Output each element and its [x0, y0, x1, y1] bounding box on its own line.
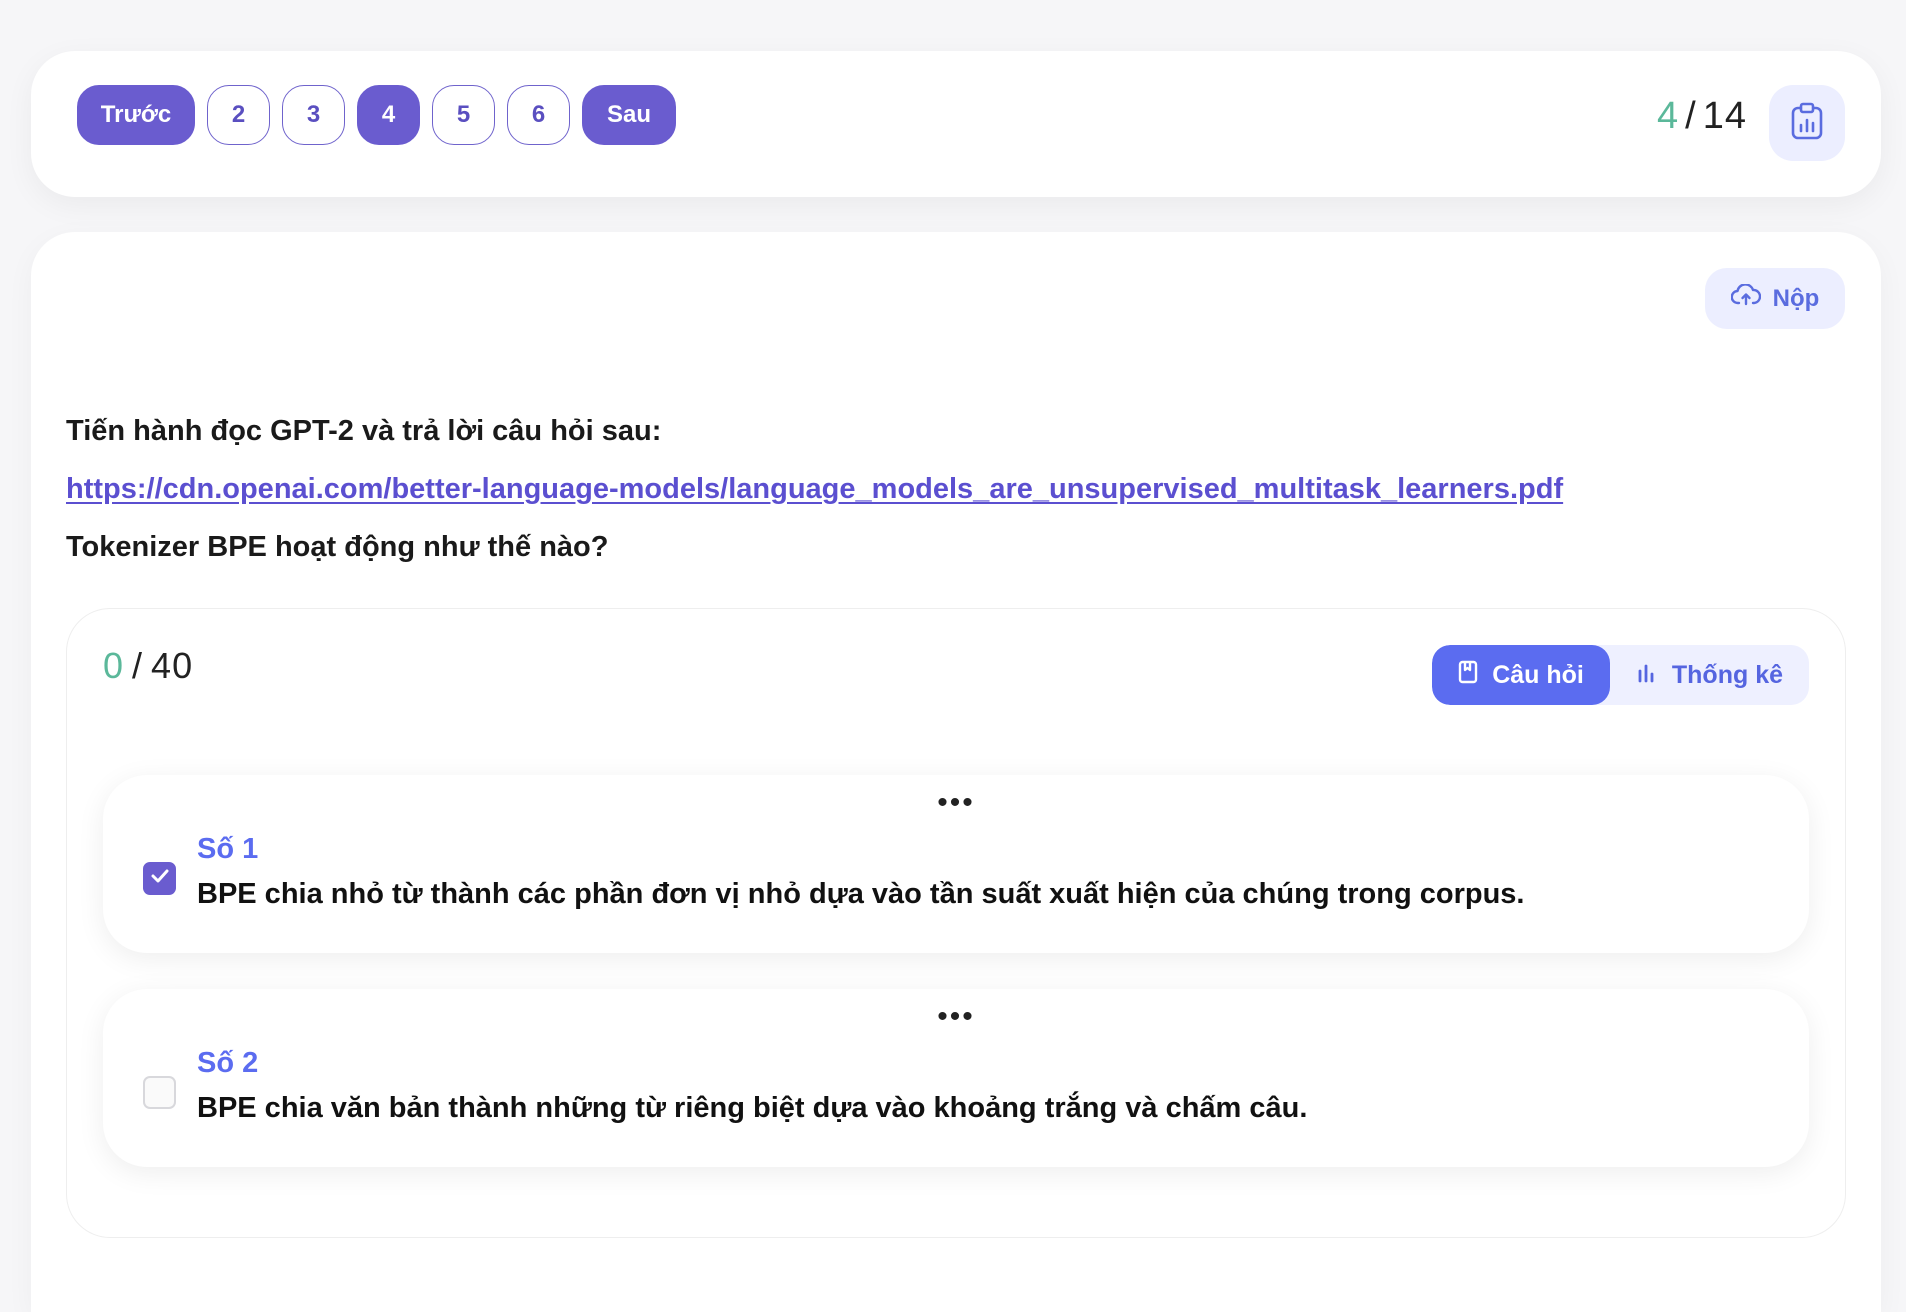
score-total: 40	[151, 645, 194, 686]
answers-panel: 0/40 Câu hỏi Thống kê ••• Số 1 BPE chia …	[66, 608, 1846, 1238]
answer-text: BPE chia nhỏ từ thành các phần đơn vị nh…	[197, 878, 1525, 910]
clipboard-chart-icon	[1790, 102, 1824, 145]
score-separator: /	[132, 645, 144, 686]
drag-handle-icon[interactable]: •••	[937, 788, 975, 818]
score: 0/40	[103, 645, 193, 687]
tab-statistics-label: Thống kê	[1671, 660, 1783, 689]
answer-text: BPE chia văn bản thành những từ riêng bi…	[197, 1092, 1308, 1124]
score-current: 0	[103, 645, 125, 686]
submit-button[interactable]: Nộp	[1705, 268, 1845, 329]
cloud-upload-icon	[1730, 283, 1761, 313]
answer-option: ••• Số 2 BPE chia văn bản thành những từ…	[103, 989, 1809, 1167]
bar-chart-icon	[1636, 661, 1658, 690]
progress-total: 14	[1702, 95, 1747, 137]
pagination-bar: Trước 2 3 4 5 6 Sau 4/14	[31, 51, 1881, 197]
next-button[interactable]: Sau	[582, 85, 676, 145]
page-button-3[interactable]: 3	[282, 85, 345, 145]
report-button[interactable]	[1769, 85, 1845, 161]
checkmark-icon	[150, 868, 170, 889]
submit-label: Nộp	[1772, 284, 1820, 312]
pager: Trước 2 3 4 5 6 Sau	[77, 85, 676, 145]
question-intro: Tiến hành đọc GPT-2 và trả lời câu hỏi s…	[66, 415, 662, 447]
question-progress: 4/14	[1657, 95, 1747, 138]
book-icon	[1458, 660, 1478, 691]
answer-label: Số 2	[197, 1047, 259, 1079]
previous-button[interactable]: Trước	[77, 85, 195, 145]
answer-checkbox-checked[interactable]	[143, 862, 176, 895]
answer-checkbox[interactable]	[143, 1076, 176, 1109]
question-card: Nộp Tiến hành đọc GPT-2 và trả lời câu h…	[31, 232, 1881, 1312]
page-button-5[interactable]: 5	[432, 85, 495, 145]
page-button-2[interactable]: 2	[207, 85, 270, 145]
question-prompt: Tokenizer BPE hoạt động như thế nào?	[66, 531, 609, 563]
drag-handle-icon[interactable]: •••	[937, 1002, 975, 1032]
progress-separator: /	[1685, 95, 1697, 137]
page-button-6[interactable]: 6	[507, 85, 570, 145]
progress-current: 4	[1657, 95, 1680, 137]
tab-questions[interactable]: Câu hỏi	[1432, 645, 1610, 705]
tab-questions-label: Câu hỏi	[1492, 660, 1584, 689]
question-text: Tiến hành đọc GPT-2 và trả lời câu hỏi s…	[66, 402, 1826, 576]
paper-link[interactable]: https://cdn.openai.com/better-language-m…	[66, 473, 1563, 505]
answer-option: ••• Số 1 BPE chia nhỏ từ thành các phần …	[103, 775, 1809, 953]
answer-label: Số 1	[197, 833, 259, 865]
view-tabs: Câu hỏi Thống kê	[1432, 645, 1809, 705]
tab-statistics[interactable]: Thống kê	[1610, 645, 1809, 705]
page-button-4-current[interactable]: 4	[357, 85, 420, 145]
